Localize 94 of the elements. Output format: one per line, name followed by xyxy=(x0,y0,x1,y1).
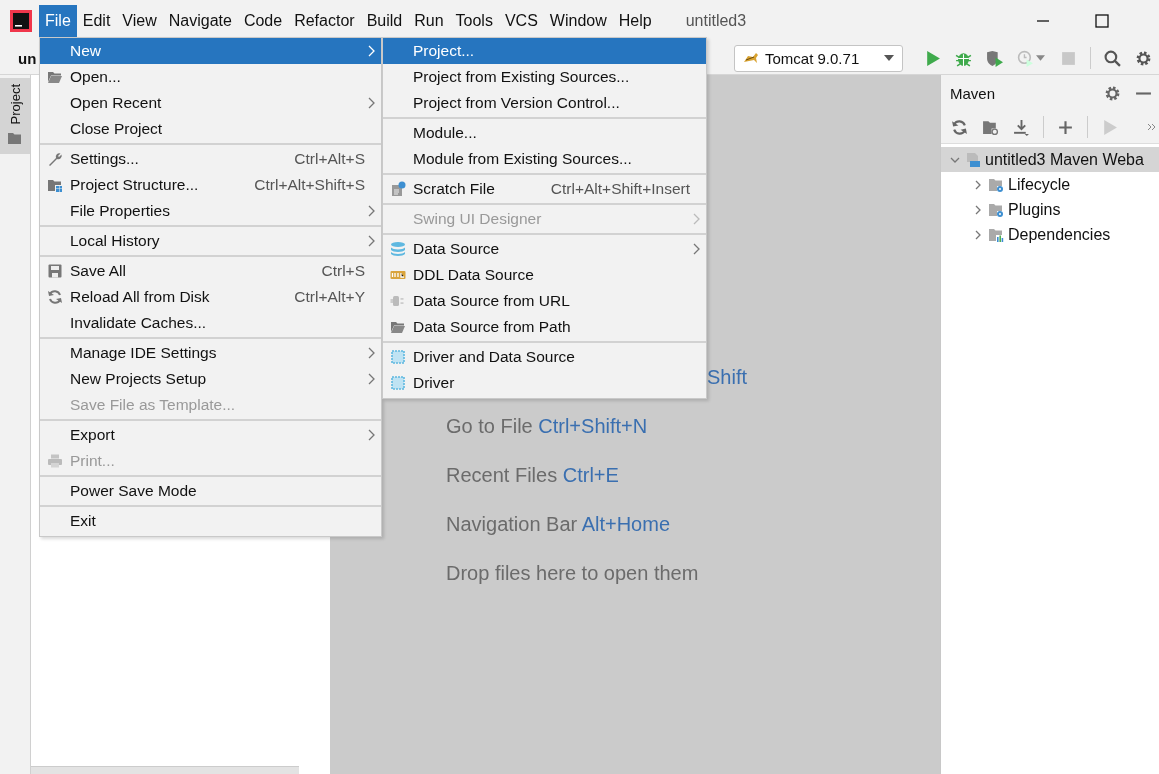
folder-icon xyxy=(7,130,23,147)
menu-item[interactable]: Scratch File Ctrl+Alt+Shift+Insert xyxy=(383,176,706,202)
menu-item[interactable]: Local History xyxy=(40,228,381,254)
driver-icon xyxy=(390,375,406,391)
download-icon[interactable] xyxy=(1013,118,1030,136)
menu-item[interactable]: Driver xyxy=(383,370,706,396)
caret-icon xyxy=(884,55,894,61)
settings-icon[interactable] xyxy=(1104,84,1121,102)
menu-item[interactable]: Open... xyxy=(40,64,381,90)
menu-bar-item[interactable]: Code xyxy=(237,5,289,37)
menu-item[interactable]: Exit xyxy=(40,508,381,534)
menu-bar-item[interactable]: Help xyxy=(612,5,658,37)
menu-item[interactable]: Module... xyxy=(383,120,706,146)
maximize-icon[interactable] xyxy=(1095,14,1109,28)
menu-item[interactable]: Save All Ctrl+S xyxy=(40,258,381,284)
more-icon[interactable] xyxy=(1147,123,1157,131)
folder-gear-icon xyxy=(988,176,1004,193)
menu-item[interactable]: Settings... Ctrl+Alt+S xyxy=(40,146,381,172)
tree-item[interactable]: Dependencies xyxy=(941,222,1159,247)
menu-item[interactable]: Project from Version Control... xyxy=(383,90,706,116)
menu-item[interactable]: Open Recent xyxy=(40,90,381,116)
menu-bar-item[interactable]: Window xyxy=(543,5,613,37)
scrollbar[interactable] xyxy=(31,766,299,774)
project-name[interactable]: un xyxy=(18,49,37,67)
menu-item[interactable]: Manage IDE Settings xyxy=(40,340,381,366)
editor-hint: Recent Files Ctrl+E xyxy=(446,463,619,487)
document-icon xyxy=(390,181,406,197)
chevron-right-icon xyxy=(367,373,375,385)
menu-bar-item[interactable]: Tools xyxy=(449,5,499,37)
menu-item[interactable]: Export xyxy=(40,422,381,448)
menu-item[interactable]: Data Source from URL xyxy=(383,288,706,314)
menu-bar-item[interactable]: File xyxy=(39,5,77,37)
editor-hint: Drop files here to open them xyxy=(446,561,699,585)
folder-chart-icon xyxy=(988,226,1004,243)
menu-item[interactable]: Module from Existing Sources... xyxy=(383,146,706,172)
panel-title: Maven xyxy=(950,84,997,102)
chevron-right-icon xyxy=(367,429,375,441)
tree-item[interactable]: Plugins xyxy=(941,197,1159,222)
menu-item[interactable]: New xyxy=(40,38,381,64)
menu-bar-item[interactable]: Navigate xyxy=(162,5,238,37)
menu-item[interactable]: Close Project xyxy=(40,116,381,142)
editor-hint: Shift xyxy=(707,365,748,389)
folder-icon xyxy=(390,319,406,335)
menu-item[interactable]: Invalidate Caches... xyxy=(40,310,381,336)
menu-bar-item[interactable]: View xyxy=(116,5,163,37)
chevron-right-icon xyxy=(367,97,375,109)
project-tool-tab[interactable]: Project xyxy=(0,78,30,155)
folder-gear-icon xyxy=(988,201,1004,218)
window-title: untitled3 xyxy=(685,12,747,30)
app-logo-icon xyxy=(10,10,32,32)
menu-item[interactable]: Power Save Mode xyxy=(40,478,381,504)
menu-item[interactable]: File Properties xyxy=(40,198,381,224)
chevron-right-icon xyxy=(367,347,375,359)
chevron-right-icon xyxy=(692,243,700,255)
folder-gear-icon[interactable] xyxy=(982,118,999,136)
plus-icon[interactable] xyxy=(1057,118,1074,136)
settings-icon[interactable] xyxy=(1135,49,1152,67)
maven-module-icon xyxy=(965,151,981,168)
menu-bar-item[interactable]: Build xyxy=(360,5,409,37)
run-icon[interactable] xyxy=(924,49,941,67)
database-icon xyxy=(390,241,406,257)
menu-item[interactable]: Data Source from Path xyxy=(383,314,706,340)
editor-hint: Go to File Ctrl+Shift+N xyxy=(446,414,648,438)
tree-item[interactable]: untitled3 Maven Weba xyxy=(941,147,1159,172)
menu-bar-item[interactable]: VCS xyxy=(498,5,544,37)
menu-item[interactable]: Reload All from Disk Ctrl+Alt+Y xyxy=(40,284,381,310)
menu-bar-item[interactable]: Edit xyxy=(76,5,117,37)
run-config-dropdown[interactable]: Tomcat 9.0.71 xyxy=(734,44,903,72)
chevron-right-icon xyxy=(367,235,375,247)
caret-icon[interactable] xyxy=(1036,55,1045,61)
plug-icon xyxy=(390,293,406,309)
menu-item[interactable]: Driver and Data Source xyxy=(383,344,706,370)
chevron-right-icon xyxy=(367,205,375,217)
menu-item[interactable]: Project Structure... Ctrl+Alt+Shift+S xyxy=(40,172,381,198)
folder-icon xyxy=(47,69,63,85)
menu-item[interactable]: Project from Existing Sources... xyxy=(383,64,706,90)
tree-item[interactable]: Lifecycle xyxy=(941,172,1159,197)
menu-item[interactable]: DDL Data Source xyxy=(383,262,706,288)
chevron-right-icon xyxy=(367,45,375,57)
chevron-right-icon xyxy=(692,213,700,225)
reload-icon[interactable] xyxy=(951,118,968,136)
printer-icon xyxy=(47,453,63,469)
wrench-icon xyxy=(47,151,63,167)
folder-grid-icon xyxy=(47,177,63,193)
reload-icon xyxy=(47,289,63,305)
shield-run-icon[interactable] xyxy=(986,49,1003,67)
menu-item[interactable]: Data Source xyxy=(383,236,706,262)
editor-hint: Navigation Bar Alt+Home xyxy=(446,512,670,536)
menu-bar-item[interactable]: Run xyxy=(408,5,450,37)
driver-icon xyxy=(390,349,406,365)
search-icon[interactable] xyxy=(1104,49,1121,67)
menu-item[interactable]: Project... xyxy=(383,38,706,64)
menu-item[interactable]: New Projects Setup xyxy=(40,366,381,392)
menu-bar-item[interactable]: Refactor xyxy=(288,5,361,37)
